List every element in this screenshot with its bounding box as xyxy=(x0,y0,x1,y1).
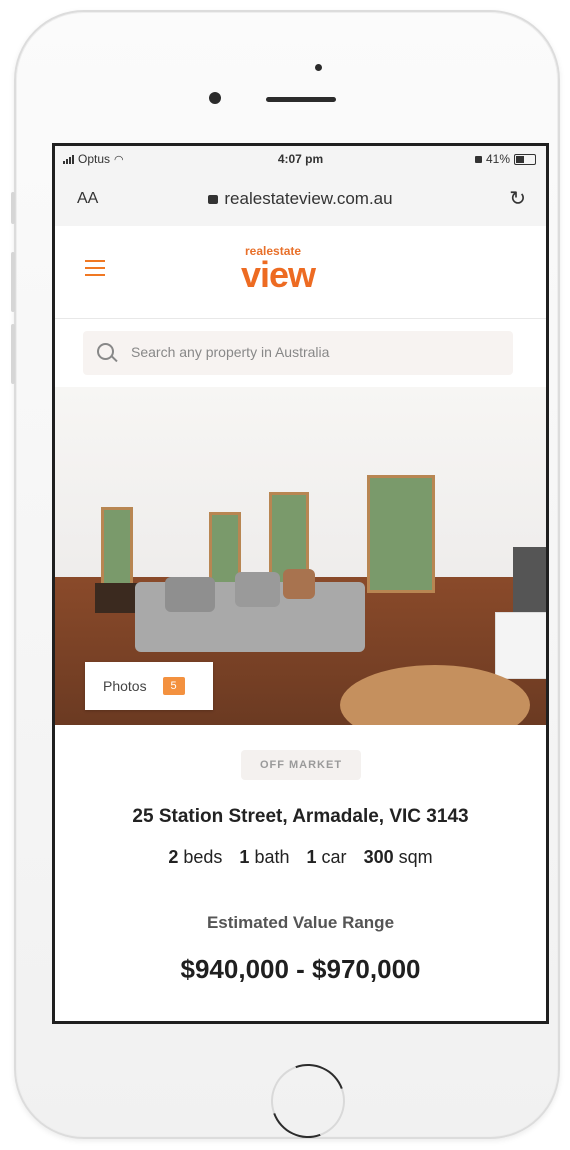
beds-value: 2 xyxy=(168,847,179,867)
car-value: 1 xyxy=(306,847,317,867)
estimate-label: Estimated Value Range xyxy=(206,913,395,932)
photo-cushion xyxy=(283,569,315,599)
area-unit: sqm xyxy=(398,847,433,867)
estimate-value: $940,000 - $970,000 xyxy=(180,954,421,984)
photo-tv xyxy=(513,547,546,617)
status-badge: OFF MARKET xyxy=(241,750,361,780)
photos-label: Photos xyxy=(103,678,147,694)
home-button[interactable] xyxy=(258,1051,358,1150)
reload-icon[interactable]: ↻ xyxy=(509,186,526,211)
browser-address-bar[interactable]: AA realestateview.com.au ↻ xyxy=(55,174,546,226)
volume-up-button xyxy=(11,252,15,312)
battery-percent: 41% xyxy=(485,152,510,166)
photo-cushion xyxy=(235,572,280,607)
area-value: 300 xyxy=(363,847,394,867)
clock: 4:07 pm xyxy=(277,152,324,166)
bath-unit: bath xyxy=(254,847,290,867)
phone-screen: Optus ◠ 4:07 pm 41% AA realestateview.co… xyxy=(52,143,549,1024)
front-camera-icon xyxy=(209,92,221,104)
hamburger-menu-icon[interactable] xyxy=(85,260,105,276)
proximity-sensor xyxy=(315,64,322,71)
photos-count-badge: 5 xyxy=(162,677,185,695)
url-text: realestateview.com.au xyxy=(224,189,393,208)
search-bar[interactable]: Search any property in Australia xyxy=(83,331,513,375)
property-photo[interactable]: Photos 5 xyxy=(55,387,546,725)
car-unit: car xyxy=(321,847,347,867)
car-feature: 1 car xyxy=(307,847,347,867)
photo-window xyxy=(101,507,133,593)
lock-icon xyxy=(208,195,219,204)
photo-cushion xyxy=(165,577,215,612)
status-bar: Optus ◠ 4:07 pm 41% xyxy=(55,146,546,174)
site-logo[interactable]: realestate view xyxy=(241,244,361,304)
earpiece-speaker xyxy=(266,97,336,102)
logo-big-text: view xyxy=(241,254,316,295)
search-input[interactable]: Search any property in Australia xyxy=(131,344,329,360)
bath-feature: 1 bath xyxy=(239,847,289,867)
bath-value: 1 xyxy=(239,847,250,867)
area-feature: 300 sqm xyxy=(364,847,433,867)
mute-switch xyxy=(11,192,15,224)
photos-button[interactable]: Photos 5 xyxy=(85,662,213,710)
search-icon xyxy=(97,343,114,360)
beds-unit: beds xyxy=(183,847,223,867)
site-header: realestate view xyxy=(55,226,546,319)
property-address: 25 Station Street, Armadale, VIC 3143 xyxy=(132,806,469,827)
volume-down-button xyxy=(11,324,15,384)
url-display[interactable]: realestateview.com.au xyxy=(55,189,546,209)
beds-feature: 2 beds xyxy=(168,847,222,867)
photo-cabinet xyxy=(495,612,546,679)
property-features: 2 beds 1 bath 1 car 300 sqm xyxy=(55,847,546,868)
orientation-lock-icon xyxy=(474,155,482,163)
photo-window xyxy=(367,475,435,593)
battery-icon xyxy=(514,153,536,165)
